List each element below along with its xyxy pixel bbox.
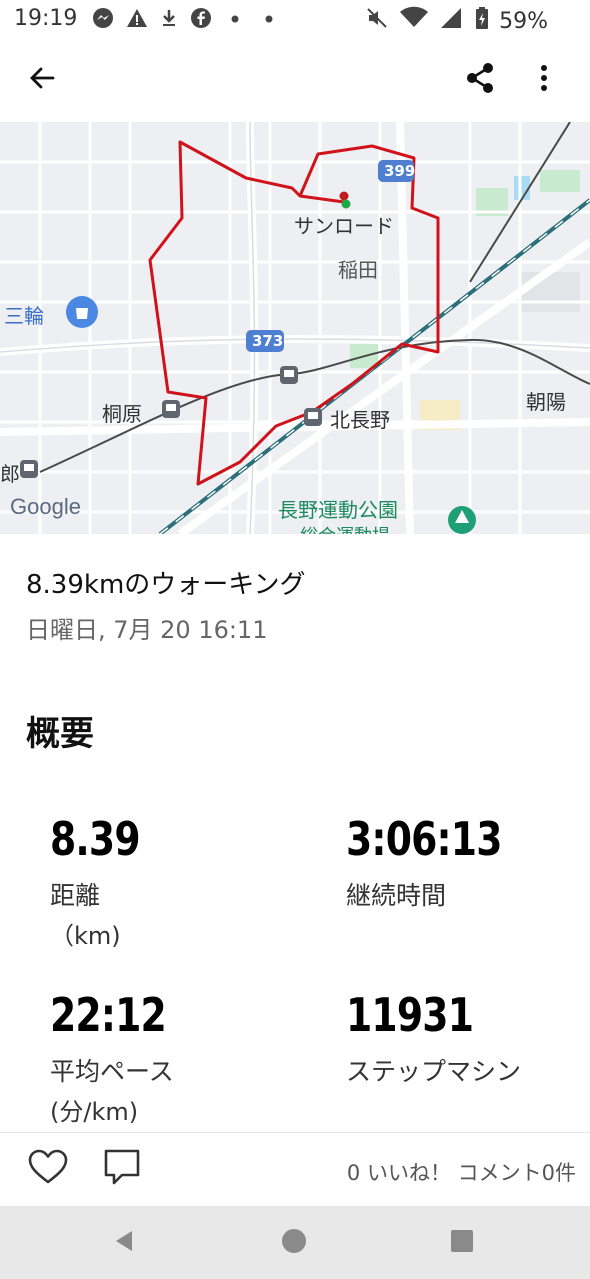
map-label-sunroad: サンロード bbox=[294, 214, 394, 238]
activity-title: 8.39kmのウォーキング bbox=[26, 570, 306, 600]
dot-icon bbox=[258, 7, 280, 34]
more-options-button[interactable] bbox=[520, 56, 568, 104]
system-icons: 59% bbox=[365, 6, 548, 36]
stat-label: 距離 bbox=[50, 881, 101, 910]
stat-value: 8.39 bbox=[50, 812, 141, 866]
download-icon bbox=[160, 7, 178, 34]
activity-datetime: 日曜日, 7月 20 16:11 bbox=[26, 616, 268, 644]
map-label-park: 長野運動公園 bbox=[278, 498, 398, 522]
route-399-shield: 399 bbox=[384, 162, 416, 180]
stat-value: 3:06:13 bbox=[346, 812, 502, 866]
more-vert-icon bbox=[540, 64, 548, 96]
map-label-partial: 郎 bbox=[0, 462, 20, 486]
map-canvas bbox=[0, 122, 590, 534]
comment-icon bbox=[102, 1148, 142, 1190]
stat-label: ステップマシン bbox=[346, 1057, 522, 1086]
nav-home-button[interactable] bbox=[270, 1219, 318, 1267]
dot-icon bbox=[224, 7, 246, 34]
stat-unit: （km) bbox=[50, 922, 121, 950]
triangle-back-icon bbox=[112, 1229, 136, 1257]
route-373-shield: 373 bbox=[252, 332, 284, 350]
stat-label: 継続時間 bbox=[346, 881, 447, 910]
back-button[interactable] bbox=[18, 56, 66, 104]
battery-percentage: 59% bbox=[499, 8, 548, 34]
stat-value: 11931 bbox=[346, 988, 474, 1042]
app-bar bbox=[0, 40, 590, 122]
comment-button[interactable] bbox=[98, 1145, 146, 1193]
stat-duration: 3:06:13 継続時間 bbox=[346, 812, 536, 912]
map-label-kirihara: 桐原 bbox=[102, 402, 142, 426]
signal-icon bbox=[439, 6, 465, 36]
map-label-inada: 稲田 bbox=[338, 258, 378, 282]
arrow-left-icon bbox=[28, 64, 56, 96]
like-comment-counts[interactable]: 0 いいね！ コメント0件 bbox=[347, 1157, 576, 1187]
route-map[interactable]: 399 373 サンロード 稲田 三輪 桐原 北長野 朝陽 郎 長野運動公園 総… bbox=[0, 122, 590, 534]
messenger-icon bbox=[92, 7, 114, 34]
stat-pace: 22:12 平均ペース (分/km) bbox=[50, 988, 191, 1127]
square-recents-icon bbox=[450, 1229, 474, 1257]
map-label-kitanagano: 北長野 bbox=[330, 408, 390, 432]
system-nav-bar bbox=[0, 1206, 590, 1279]
share-icon bbox=[465, 62, 495, 98]
stat-value: 22:12 bbox=[50, 988, 167, 1042]
heart-icon bbox=[28, 1149, 68, 1189]
map-label-asahi: 朝陽 bbox=[526, 390, 566, 414]
nav-recents-button[interactable] bbox=[438, 1219, 486, 1267]
share-button[interactable] bbox=[456, 56, 504, 104]
stat-unit: (分/km) bbox=[50, 1098, 139, 1126]
google-logo: Google bbox=[10, 494, 81, 519]
map-label-sanwa: 三輪 bbox=[4, 304, 44, 328]
status-time: 19:19 bbox=[14, 6, 78, 31]
warning-icon bbox=[126, 7, 148, 34]
stat-distance: 8.39 距離 （km) bbox=[50, 812, 160, 951]
nav-back-button[interactable] bbox=[100, 1219, 148, 1267]
stat-label: 平均ペース bbox=[50, 1057, 174, 1086]
status-bar: 19:19 59% bbox=[0, 0, 590, 40]
wifi-icon bbox=[399, 6, 429, 36]
social-action-bar: 0 いいね！ コメント0件 bbox=[0, 1132, 590, 1207]
stat-steps: 11931 ステップマシン bbox=[346, 988, 521, 1088]
battery-icon bbox=[475, 6, 489, 36]
circle-home-icon bbox=[281, 1228, 307, 1258]
summary-heading: 概要 bbox=[26, 714, 94, 754]
like-button[interactable] bbox=[24, 1145, 72, 1193]
facebook-icon bbox=[190, 7, 212, 34]
map-label-park-sub: 総合運動場 bbox=[300, 522, 390, 534]
notification-icons bbox=[92, 7, 280, 34]
mute-icon bbox=[365, 6, 389, 36]
